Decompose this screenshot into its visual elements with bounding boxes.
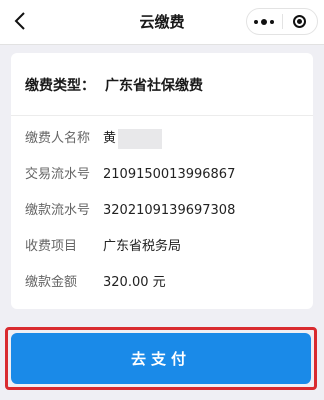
- payment-type-label: 缴费类型：: [25, 78, 95, 94]
- amount-label: 缴款金额: [25, 275, 78, 290]
- payment-detail-card: 缴费类型： 广东省社保缴费 缴费人名称黄 交易流水号 210915001399686…: [11, 53, 313, 309]
- payment-serial-value: 3202109139697308: [103, 203, 236, 218]
- payment-type-value: 广东省社保缴费: [105, 78, 203, 94]
- privacy-mask: [118, 129, 163, 149]
- chevron-left-icon: [14, 12, 25, 30]
- pay-button[interactable]: 去支付: [11, 333, 311, 384]
- payer-name-row: 缴费人名称黄: [25, 129, 163, 149]
- more-button[interactable]: [247, 9, 282, 34]
- back-button[interactable]: [6, 6, 34, 36]
- target-circle-icon: [293, 15, 307, 28]
- charge-item-label: 收费项目: [25, 239, 78, 254]
- more-dots-icon: [254, 18, 275, 25]
- payment-type: 缴费类型： 广东省社保缴费: [25, 75, 203, 95]
- amount-value: 320.00 元: [103, 275, 166, 290]
- payer-name-value: 黄: [103, 131, 117, 146]
- transaction-serial-value: 2109150013996867: [103, 167, 236, 182]
- charge-item-value: 广东省税务局: [103, 239, 182, 254]
- close-mini-program-button[interactable]: [283, 9, 318, 34]
- payment-serial-label: 缴款流水号: [25, 203, 91, 218]
- nav-bar: 云缴费: [0, 0, 324, 45]
- mini-program-capsule: [246, 8, 318, 35]
- payer-name-label: 缴费人名称: [25, 131, 91, 146]
- transaction-serial-row: 交易流水号 2109150013996867: [25, 165, 235, 185]
- amount-row: 缴款金额 320.00 元: [25, 273, 166, 293]
- charge-item-row: 收费项目 广东省税务局: [25, 237, 181, 257]
- divider: [11, 115, 313, 116]
- payment-serial-row: 缴款流水号 3202109139697308: [25, 201, 235, 221]
- transaction-serial-label: 交易流水号: [25, 167, 91, 182]
